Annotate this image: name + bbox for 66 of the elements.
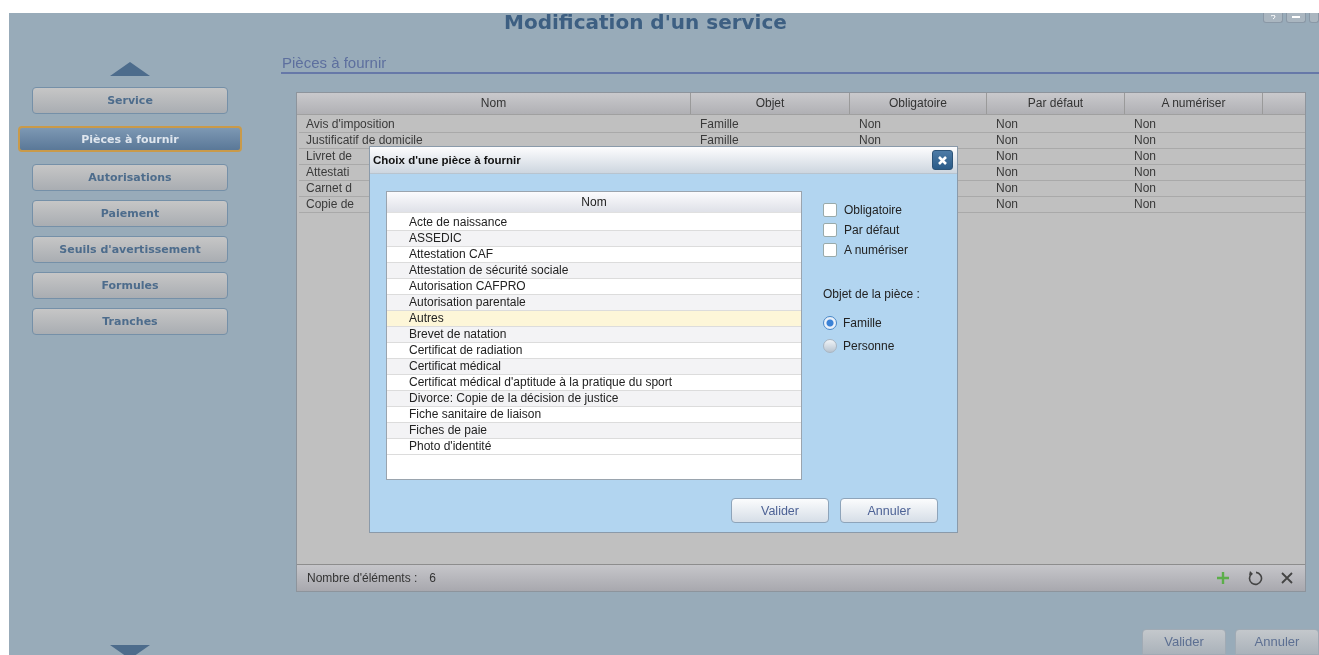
list-item[interactable]: Autorisation CAFPRO	[387, 279, 801, 295]
dialog-title: Choix d'une pièce à fournir	[373, 154, 521, 166]
checkbox-label: Par défaut	[844, 223, 900, 237]
list-item[interactable]: Fiche sanitaire de liaison	[387, 407, 801, 423]
checkbox-label: Obligatoire	[844, 203, 903, 217]
table-cell: Attestati	[306, 165, 350, 181]
window-title: Modification d'un service	[504, 13, 787, 36]
minimize-icon[interactable]	[1286, 13, 1306, 23]
dialog-button[interactable]: Valider	[731, 498, 829, 523]
help-icon[interactable]	[1263, 13, 1283, 23]
list-item[interactable]: Attestation CAF	[387, 247, 801, 263]
checkbox[interactable]	[823, 203, 837, 217]
list-item[interactable]: Photo d'identité	[387, 439, 801, 455]
list-item[interactable]: Brevet de natation	[387, 327, 801, 343]
list-item[interactable]: Certificat médical d'aptitude à la pratique du sport	[387, 375, 801, 391]
table-cell: Non	[1134, 117, 1156, 133]
scroll-down-icon[interactable]	[110, 645, 150, 655]
radio-label: Famille	[843, 315, 882, 330]
radio-button[interactable]	[823, 338, 837, 353]
column-header[interactable]: Nom	[387, 192, 801, 213]
radio-label: Personne	[843, 338, 895, 353]
table-cell: Non	[1134, 197, 1156, 213]
table-cell: Famille	[700, 133, 739, 149]
list-item[interactable]: Autorisation parentale	[387, 295, 801, 311]
list-item[interactable]: Acte de naissance	[387, 215, 801, 231]
table-cell: Non	[859, 117, 881, 133]
column-header[interactable]: Objet	[691, 93, 850, 115]
table-cell: Livret de	[306, 149, 353, 165]
radio-button[interactable]	[823, 315, 837, 330]
table-cell: Famille	[700, 117, 739, 133]
column-header[interactable]: A numériser	[1125, 93, 1263, 115]
list-item[interactable]: Attestation de sécurité sociale	[387, 263, 801, 279]
list-item[interactable]: Fiches de paie	[387, 423, 801, 439]
dialog-button[interactable]: Annuler	[840, 498, 938, 523]
table-cell: Non	[859, 133, 881, 149]
column-header[interactable]: Par défaut	[987, 93, 1125, 115]
close-button[interactable]	[932, 150, 953, 170]
count-value: 6	[429, 571, 437, 585]
table-cell: Non	[1134, 165, 1156, 181]
table-cell: Non	[996, 165, 1018, 181]
list-item[interactable]: ASSEDIC	[387, 231, 801, 247]
list-item[interactable]: Certificat médical	[387, 359, 801, 375]
checkbox[interactable]	[823, 223, 837, 237]
checkbox-label: A numériser	[844, 243, 909, 257]
table-cell: Non	[1134, 133, 1156, 149]
checkbox[interactable]	[823, 243, 837, 257]
table-cell: Non	[1134, 149, 1156, 165]
table-cell: Non	[1134, 181, 1156, 197]
table-cell: Avis d'imposition	[306, 117, 395, 133]
table-cell: Non	[996, 117, 1018, 133]
table-cell: Carnet d	[306, 181, 353, 197]
count-label: Nombre d'éléments :	[307, 571, 418, 585]
section-title: Pièces à fournir	[281, 53, 1319, 75]
column-header[interactable]: Obligatoire	[850, 93, 987, 115]
list-item[interactable]: Certificat de radiation	[387, 343, 801, 359]
group-label: Objet de la pièce :	[823, 287, 920, 301]
table-cell: Non	[996, 149, 1018, 165]
list-item[interactable]: Divorce: Copie de la décision de justice	[387, 391, 801, 407]
table-cell: Copie de	[306, 197, 355, 213]
list-item[interactable]: Autres	[387, 311, 801, 327]
scroll-up-icon[interactable]	[110, 62, 150, 76]
table-cell: Non	[996, 133, 1018, 149]
table-cell: Justificatif de domicile	[306, 133, 423, 149]
column-header[interactable]: Nom	[297, 93, 691, 115]
table-cell: Non	[996, 181, 1018, 197]
table-cell: Non	[996, 197, 1018, 213]
